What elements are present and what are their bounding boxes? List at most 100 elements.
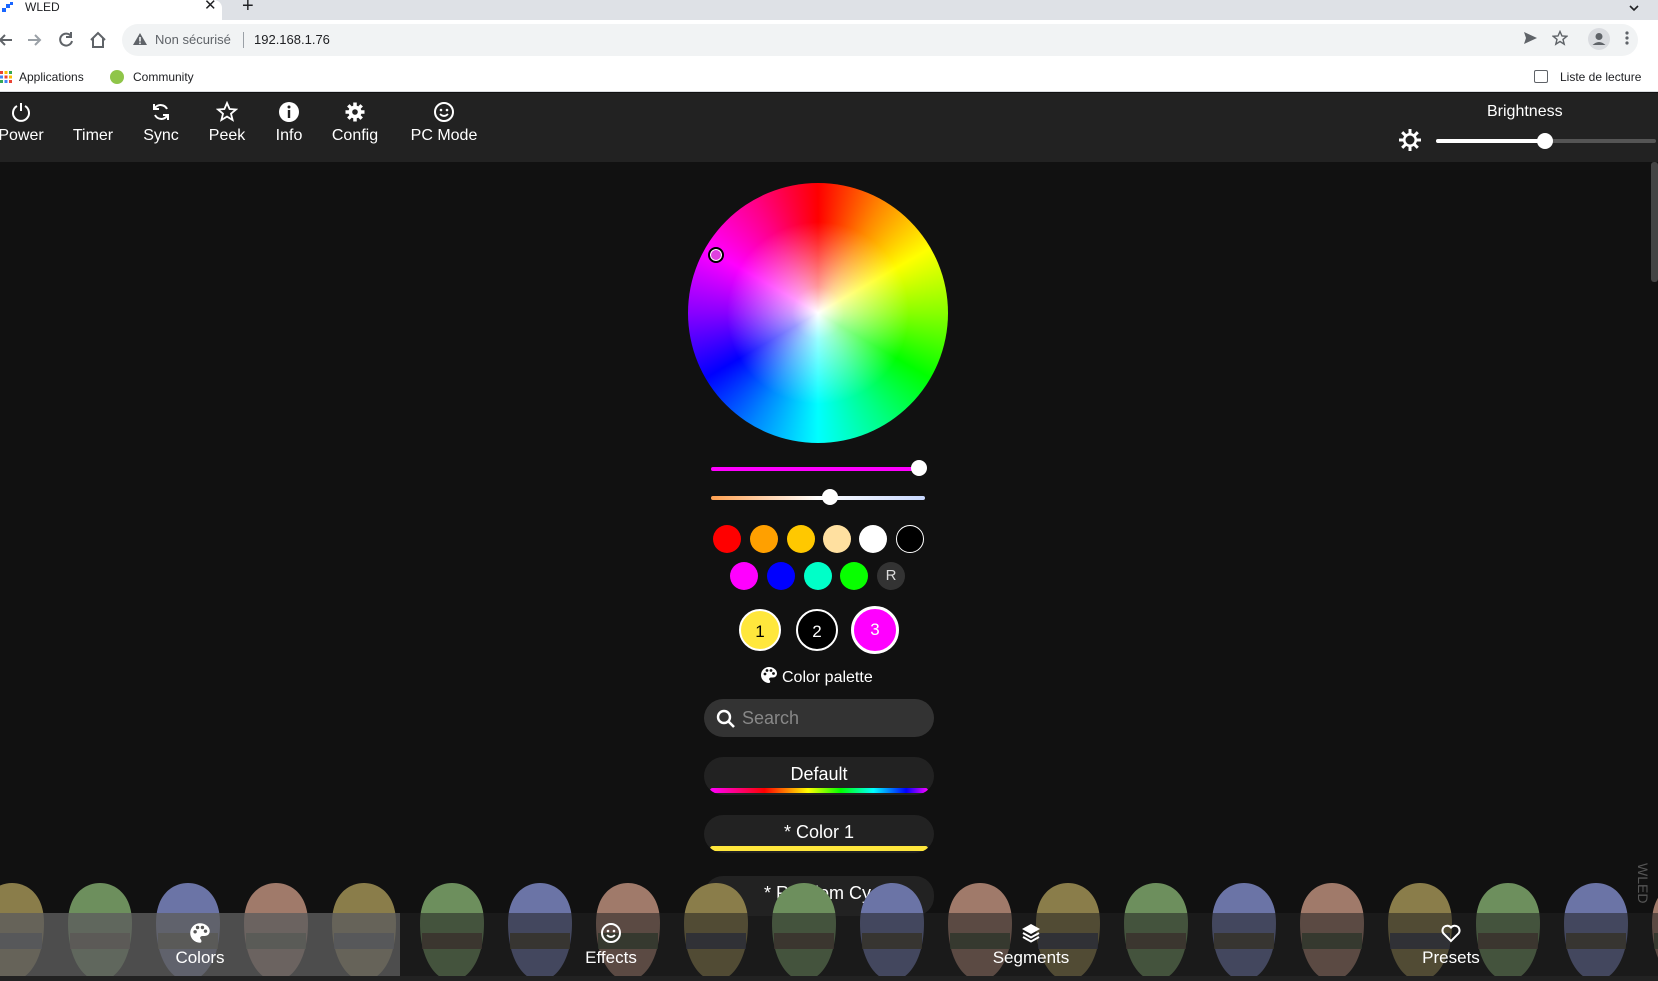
tab-presets[interactable]: Presets bbox=[1251, 913, 1651, 981]
new-tab-button[interactable]: + bbox=[242, 0, 254, 16]
info-button[interactable]: Info bbox=[264, 101, 314, 145]
tab-effects-label: Effects bbox=[585, 948, 637, 967]
smiley-icon bbox=[601, 923, 621, 943]
brightness-label: Brightness bbox=[1487, 103, 1563, 120]
palette-icon bbox=[190, 923, 210, 943]
bookmarks-bar: Applications Community Liste de lecture bbox=[0, 62, 1658, 92]
send-icon[interactable] bbox=[1522, 30, 1538, 46]
config-label: Config bbox=[331, 127, 379, 144]
color-wheel-handle[interactable] bbox=[708, 247, 724, 263]
browser-toolbar: Non sécurisé 192.168.1.76 bbox=[0, 20, 1658, 62]
white-balance-slider-thumb[interactable] bbox=[822, 489, 838, 505]
brightness-slider-thumb[interactable] bbox=[1537, 133, 1553, 149]
security-label[interactable]: Non sécurisé bbox=[155, 32, 231, 47]
sync-icon bbox=[153, 104, 169, 120]
bottom-nav: Colors Effects Segments Presets bbox=[0, 913, 1658, 981]
timer-label: Timer bbox=[72, 127, 114, 144]
home-icon[interactable] bbox=[88, 30, 108, 50]
brightness-icon[interactable] bbox=[1398, 128, 1422, 152]
quick-color-orange[interactable] bbox=[750, 525, 778, 553]
palette-option-default[interactable]: Default bbox=[704, 757, 934, 795]
smiley-icon bbox=[434, 102, 454, 122]
menu-dots-icon[interactable] bbox=[1624, 30, 1630, 46]
saturation-slider-track[interactable] bbox=[711, 467, 925, 471]
gear-icon bbox=[345, 102, 365, 122]
moon-icon bbox=[90, 104, 98, 120]
color-slot-3[interactable]: 3 bbox=[851, 606, 899, 654]
warning-icon bbox=[133, 33, 147, 45]
community-favicon-icon bbox=[110, 70, 124, 84]
reading-list-icon[interactable] bbox=[1534, 70, 1548, 83]
tab-colors[interactable]: Colors bbox=[0, 913, 400, 981]
white-balance-slider-track[interactable] bbox=[711, 496, 925, 500]
layers-icon bbox=[1022, 924, 1040, 943]
color-wheel[interactable] bbox=[688, 183, 948, 443]
palette-header: Color palette bbox=[760, 666, 873, 687]
palette-header-label: Color palette bbox=[782, 669, 873, 686]
timer-button[interactable]: Timer bbox=[68, 101, 118, 145]
saturation-slider-thumb[interactable] bbox=[911, 460, 927, 476]
url-text[interactable]: 192.168.1.76 bbox=[254, 32, 330, 47]
bookmark-applications[interactable]: Applications bbox=[19, 70, 84, 84]
quick-color-blue[interactable] bbox=[767, 562, 795, 590]
top-bar: Power Timer Sync Peek Info Config PC Mod… bbox=[0, 93, 1658, 162]
config-button[interactable]: Config bbox=[327, 101, 383, 145]
wled-favicon-icon bbox=[2, 2, 13, 12]
peek-button[interactable]: Peek bbox=[202, 101, 252, 145]
back-icon[interactable] bbox=[0, 30, 16, 50]
quick-color-warm-white[interactable] bbox=[823, 525, 851, 553]
quick-color-white[interactable] bbox=[859, 525, 887, 553]
palette-preview bbox=[710, 846, 928, 851]
tab-presets-label: Presets bbox=[1422, 948, 1480, 967]
power-icon bbox=[12, 103, 30, 122]
tab-segments-label: Segments bbox=[992, 948, 1070, 967]
os-taskbar bbox=[0, 976, 1658, 981]
random-color-button[interactable]: R bbox=[877, 562, 905, 590]
info-icon bbox=[279, 102, 299, 122]
pc-mode-label: PC Mode bbox=[410, 127, 478, 144]
tab-colors-label: Colors bbox=[175, 948, 225, 967]
star-icon bbox=[216, 101, 238, 122]
quick-color-amber[interactable] bbox=[787, 525, 815, 553]
apps-grid-icon[interactable] bbox=[0, 71, 12, 83]
brightness-slider-fill bbox=[1436, 139, 1546, 143]
search-icon bbox=[716, 709, 735, 728]
profile-icon[interactable] bbox=[1588, 28, 1610, 50]
pc-mode-button[interactable]: PC Mode bbox=[406, 101, 482, 145]
tab-effects[interactable]: Effects bbox=[411, 913, 811, 981]
color-slot-2[interactable]: 2 bbox=[796, 609, 838, 651]
power-button[interactable]: Power bbox=[0, 101, 46, 145]
palette-search-input[interactable] bbox=[742, 699, 922, 737]
peek-label: Peek bbox=[208, 127, 246, 144]
quick-color-black[interactable] bbox=[896, 525, 924, 553]
omnibox-separator bbox=[243, 32, 244, 48]
palette-option-color-1[interactable]: * Color 1 bbox=[704, 815, 934, 853]
palette-option-label: Default bbox=[790, 764, 848, 784]
tab-title: WLED bbox=[25, 0, 60, 14]
reading-list-link[interactable]: Liste de lecture bbox=[1560, 70, 1641, 84]
address-bar[interactable]: Non sécurisé 192.168.1.76 bbox=[122, 24, 1638, 56]
power-label: Power bbox=[0, 127, 44, 144]
quick-color-red[interactable] bbox=[713, 525, 741, 553]
palette-icon bbox=[761, 667, 777, 683]
tab-close-icon[interactable]: ✕ bbox=[204, 0, 217, 13]
browser-tab[interactable]: WLED ✕ bbox=[0, 0, 222, 20]
sync-label: Sync bbox=[143, 127, 179, 144]
info-label: Info bbox=[275, 127, 303, 144]
palette-search[interactable] bbox=[704, 699, 934, 737]
tab-search-icon[interactable] bbox=[1628, 2, 1640, 14]
quick-color-magenta[interactable] bbox=[730, 562, 758, 590]
palette-option-label: * Color 1 bbox=[783, 822, 855, 842]
star-bookmark-icon[interactable] bbox=[1552, 30, 1568, 46]
heart-icon bbox=[1441, 924, 1461, 943]
quick-color-cyan[interactable] bbox=[804, 562, 832, 590]
wled-app: Power Timer Sync Peek Info Config PC Mod… bbox=[0, 93, 1658, 981]
sync-button[interactable]: Sync bbox=[136, 101, 186, 145]
reload-icon[interactable] bbox=[56, 30, 76, 50]
color-slot-1[interactable]: 1 bbox=[739, 609, 781, 651]
forward-icon[interactable] bbox=[24, 30, 44, 50]
tab-segments[interactable]: Segments bbox=[831, 913, 1231, 981]
scrollbar[interactable] bbox=[1651, 162, 1658, 282]
bookmark-community[interactable]: Community bbox=[133, 70, 194, 84]
quick-color-green[interactable] bbox=[840, 562, 868, 590]
